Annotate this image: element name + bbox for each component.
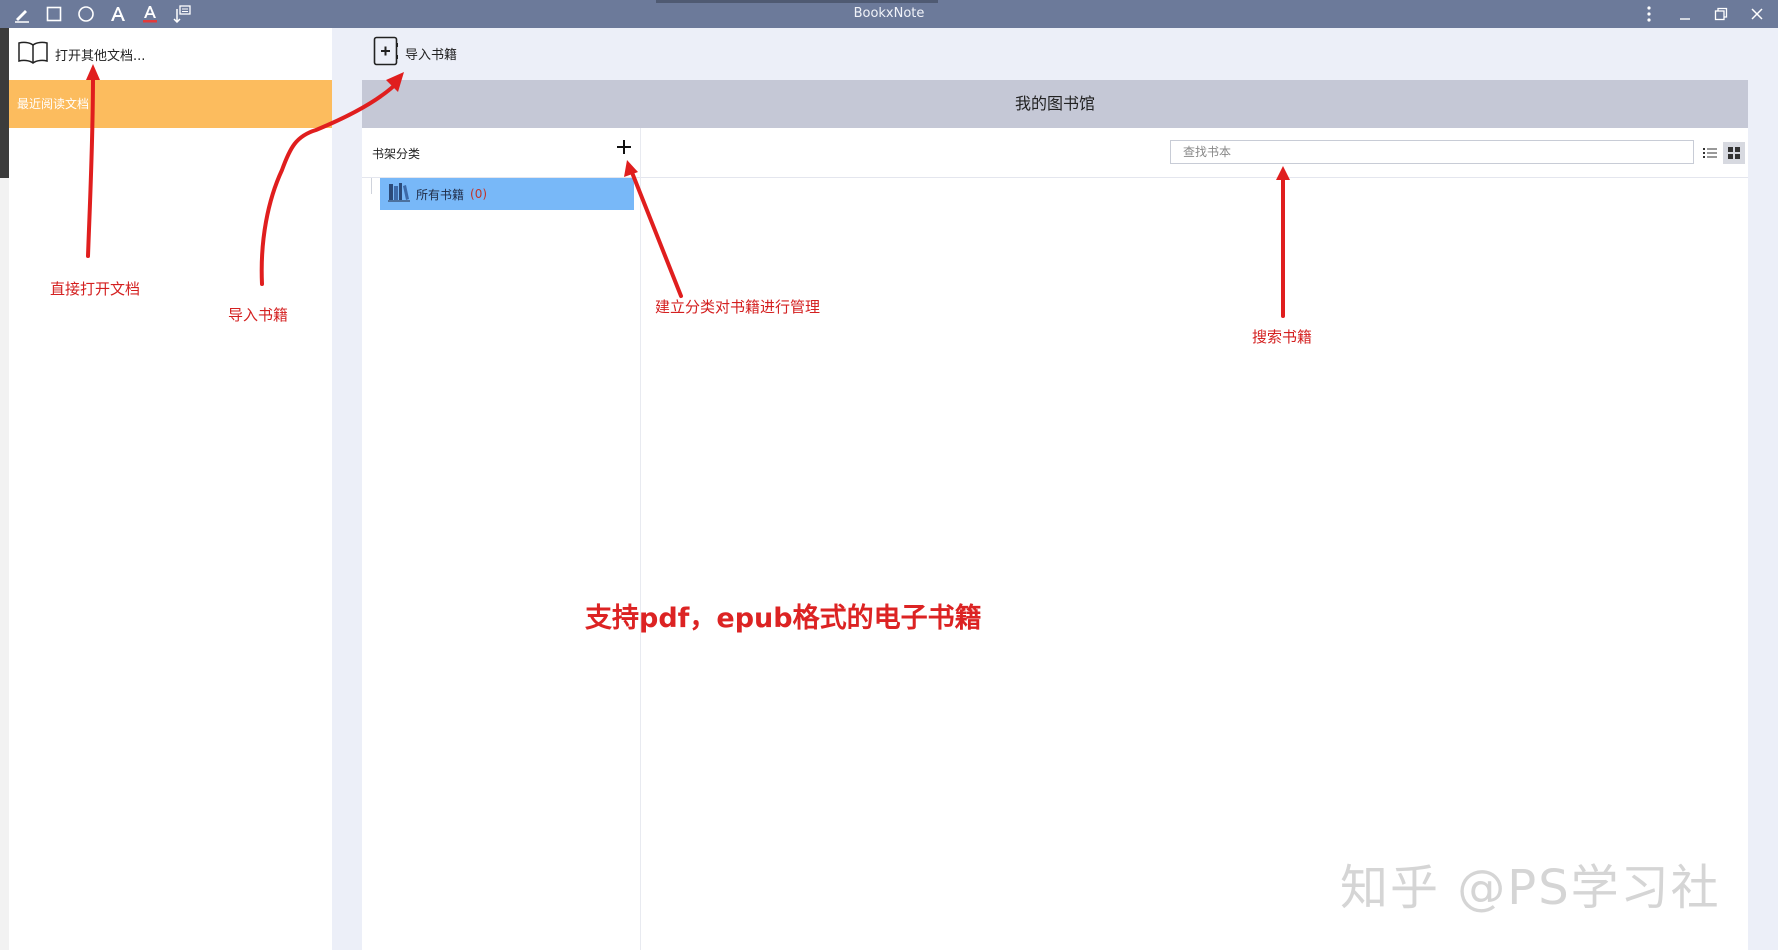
library-content: 书架分类 所有书籍 (0)	[362, 128, 1748, 950]
open-other-doc-button[interactable]: 打开其他文档...	[17, 40, 145, 68]
all-books-count: (0)	[470, 187, 488, 201]
recent-docs-label: 最近阅读文档	[17, 97, 90, 111]
grid-view-button[interactable]	[1723, 142, 1745, 164]
restore-icon[interactable]	[1710, 2, 1732, 26]
list-view-icon	[1703, 144, 1717, 163]
recent-docs-tab[interactable]: 最近阅读文档	[9, 80, 332, 128]
add-category-button[interactable]	[613, 138, 635, 160]
minimize-icon[interactable]	[1674, 2, 1696, 26]
title-bar: BookxNote	[0, 0, 1778, 28]
window-edge	[0, 28, 9, 950]
close-icon[interactable]	[1746, 2, 1768, 26]
edge-dark-strip	[0, 28, 9, 178]
recent-docs-panel: 打开其他文档... 最近阅读文档	[9, 28, 332, 950]
all-books-label: 所有书籍	[416, 187, 465, 202]
watermark: 知乎 @PS学习社	[1340, 860, 1721, 916]
window-title: BookxNote	[853, 6, 925, 21]
tree-connector	[371, 178, 372, 194]
list-view-button[interactable]	[1699, 142, 1721, 164]
import-book-icon	[372, 35, 400, 71]
open-book-icon	[17, 40, 49, 68]
library-toolbar: 书架分类	[362, 128, 1748, 178]
grid-view-icon	[1728, 144, 1740, 163]
shelf-category-label: 书架分类	[372, 147, 421, 161]
import-books-button[interactable]: 导入书籍	[372, 36, 457, 70]
library-header: 我的图书馆	[362, 80, 1748, 128]
search-books-input[interactable]	[1170, 140, 1694, 164]
library-title: 我的图书馆	[1014, 94, 1095, 113]
plus-icon	[616, 139, 632, 159]
shelf-item-all-books[interactable]: 所有书籍 (0)	[380, 178, 634, 210]
bookshelf-icon	[388, 182, 410, 206]
more-icon[interactable]	[1638, 2, 1660, 26]
import-books-label: 导入书籍	[405, 47, 458, 63]
window-controls	[1638, 2, 1768, 26]
shelf-divider	[640, 128, 641, 950]
open-other-doc-label: 打开其他文档...	[55, 48, 146, 64]
